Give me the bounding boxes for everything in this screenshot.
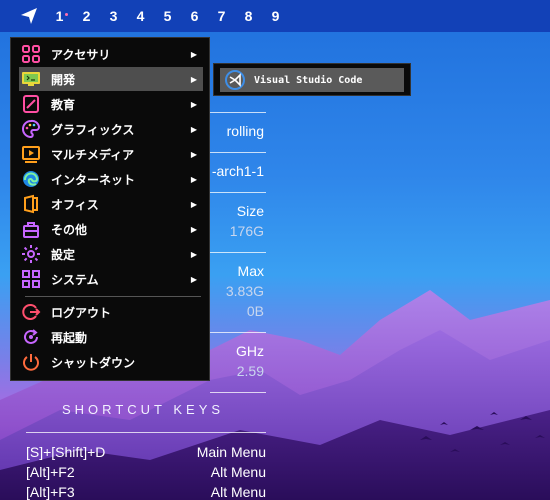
menu-item-label: 設定 <box>51 247 76 262</box>
workspace-9[interactable]: 9 <box>262 8 289 24</box>
submenu-item-vscode[interactable]: Visual Studio Code <box>220 68 404 92</box>
menu-separator <box>25 296 201 297</box>
menu-item-label: グラフィックス <box>51 122 135 137</box>
workspace-2[interactable]: 2 <box>73 8 100 24</box>
menu-item-label: 教育 <box>51 97 76 112</box>
workspace-6[interactable]: 6 <box>181 8 208 24</box>
menu-item-label: オフィス <box>51 197 99 212</box>
submenu-arrow-icon: ▶ <box>190 99 197 109</box>
submenu-arrow-icon: ▶ <box>190 274 197 284</box>
menu-item-label: ログアウト <box>51 305 112 320</box>
other-icon <box>19 217 43 241</box>
application-menu: アクセサリ ▶ 開発 ▶ 教育 ▶ グラフィックス ▶ マルチメディア ▶ イン… <box>10 37 210 381</box>
menu-item-office[interactable]: オフィス ▶ <box>19 192 203 216</box>
menu-item-multimedia[interactable]: マルチメディア ▶ <box>19 142 203 166</box>
graphics-icon <box>19 117 43 141</box>
workspace-1[interactable]: 1 <box>46 8 73 24</box>
workspace-4[interactable]: 4 <box>127 8 154 24</box>
multimedia-icon <box>19 142 43 166</box>
submenu-arrow-icon: ▶ <box>190 149 197 159</box>
submenu-arrow-icon: ▶ <box>190 74 197 84</box>
menu-item-internet[interactable]: インターネット ▶ <box>19 167 203 191</box>
menu-item-label: マルチメディア <box>51 147 135 162</box>
office-icon <box>19 192 43 216</box>
menu-item-development[interactable]: 開発 ▶ <box>19 67 203 91</box>
workspace-7[interactable]: 7 <box>208 8 235 24</box>
menu-item-education[interactable]: 教育 ▶ <box>19 92 203 116</box>
submenu-arrow-icon: ▶ <box>190 49 197 59</box>
menu-item-shutdown[interactable]: シャットダウン <box>19 350 203 374</box>
menu-item-graphics[interactable]: グラフィックス ▶ <box>19 117 203 141</box>
menu-item-other[interactable]: その他 ▶ <box>19 217 203 241</box>
submenu-arrow-icon: ▶ <box>190 249 197 259</box>
shutdown-icon <box>19 350 43 374</box>
logout-icon <box>19 300 43 324</box>
top-panel: 1 2 3 4 5 6 7 8 9 <box>0 0 550 32</box>
menu-item-label: インターネット <box>51 172 136 187</box>
menu-item-label: 開発 <box>51 72 76 87</box>
launcher-icon[interactable] <box>18 5 40 27</box>
settings-icon <box>19 242 43 266</box>
accessories-icon <box>19 42 43 66</box>
internet-icon <box>19 167 43 191</box>
vscode-icon <box>222 68 248 92</box>
submenu-arrow-icon: ▶ <box>190 174 197 184</box>
menu-item-accessories[interactable]: アクセサリ ▶ <box>19 42 203 66</box>
education-icon <box>19 92 43 116</box>
menu-item-label: その他 <box>51 222 88 237</box>
menu-item-label: アクセサリ <box>51 47 111 62</box>
development-submenu: Visual Studio Code <box>213 63 411 96</box>
workspace-5[interactable]: 5 <box>154 8 181 24</box>
menu-item-reboot[interactable]: 再起動 <box>19 325 203 349</box>
menu-item-label: 再起動 <box>51 330 88 345</box>
submenu-arrow-icon: ▶ <box>190 224 197 234</box>
reboot-icon <box>19 325 43 349</box>
submenu-arrow-icon: ▶ <box>190 124 197 134</box>
menu-item-logout[interactable]: ログアウト <box>19 300 203 324</box>
menu-item-label: シャットダウン <box>51 355 136 370</box>
menu-item-settings[interactable]: 設定 ▶ <box>19 242 203 266</box>
system-icon <box>19 267 43 291</box>
development-icon <box>19 67 43 91</box>
submenu-item-label: Visual Studio Code <box>254 74 363 86</box>
menu-item-label: システム <box>51 272 99 287</box>
submenu-arrow-icon: ▶ <box>190 199 197 209</box>
menu-item-system[interactable]: システム ▶ <box>19 267 203 291</box>
workspace-3[interactable]: 3 <box>100 8 127 24</box>
workspace-8[interactable]: 8 <box>235 8 262 24</box>
